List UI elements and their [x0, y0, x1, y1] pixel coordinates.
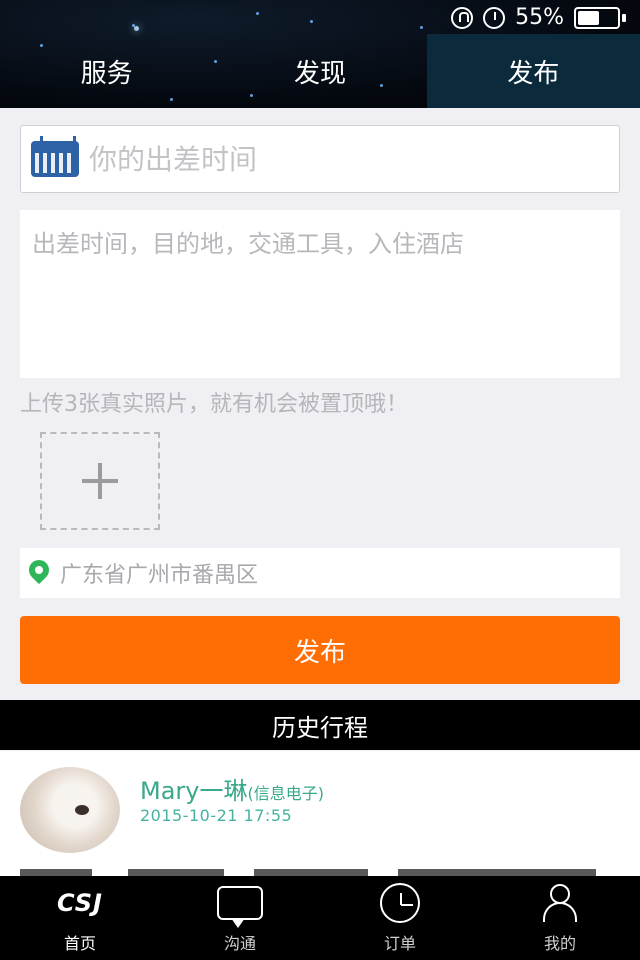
calendar-icon [31, 136, 79, 177]
nav-home[interactable]: CSJ 首页 [0, 876, 160, 960]
nav-chat-label: 沟通 [223, 934, 256, 953]
location-pin-icon [24, 555, 54, 586]
header: 55% 服务 发现 发布 [0, 0, 640, 108]
add-photo-button[interactable] [40, 432, 160, 530]
nav-me[interactable]: 我的 [480, 876, 640, 960]
user-name-text: Mary一琳 [140, 777, 248, 805]
nav-home-label: 首页 [63, 934, 96, 953]
nav-me-label: 我的 [543, 934, 576, 953]
tab-label: 服务 [80, 58, 133, 89]
chat-icon [217, 886, 263, 928]
rotation-lock-icon [451, 6, 474, 29]
avatar[interactable] [20, 767, 120, 853]
location-text: 广东省广州市番禺区 [60, 563, 259, 588]
tab-service[interactable]: 服务 [0, 34, 213, 108]
history-section-title: 历史行程 [0, 700, 640, 750]
location-field[interactable]: 广东省广州市番禺区 [20, 548, 620, 598]
battery-level [578, 10, 599, 25]
nav-chat[interactable]: 沟通 [160, 876, 320, 960]
logo-text: CSJ [57, 889, 103, 917]
battery-icon [574, 6, 626, 29]
logo-icon: CSJ [50, 882, 110, 924]
tab-label: 发布 [507, 58, 560, 89]
clock-icon [380, 883, 420, 923]
status-right: 55% [451, 5, 626, 30]
alarm-icon [483, 6, 506, 29]
tab-label: 发现 [293, 58, 346, 89]
photo-upload-hint: 上传3张真实照片，就有机会被置顶哦！ [20, 392, 408, 417]
nav-orders[interactable]: 订单 [320, 876, 480, 960]
travel-date-field[interactable] [20, 125, 620, 193]
top-tabs: 服务 发现 发布 [0, 34, 640, 108]
nav-orders-label: 订单 [383, 934, 416, 953]
travel-date-input[interactable] [89, 142, 609, 176]
tab-publish[interactable]: 发布 [426, 34, 640, 108]
status-bar: 55% [0, 0, 640, 34]
bottom-navigation: CSJ 首页 沟通 订单 我的 [0, 876, 640, 960]
tab-discover[interactable]: 发现 [213, 34, 426, 108]
publish-button[interactable]: 发布 [20, 616, 620, 684]
history-trip-card[interactable]: Mary一琳(信息电子) 2015-10-21 17:55 [0, 751, 640, 877]
post-time: 2015-10-21 17:55 [140, 806, 293, 825]
user-name: Mary一琳(信息电子) [140, 771, 324, 806]
plus-icon [82, 463, 118, 499]
battery-percent: 55% [515, 5, 564, 30]
user-icon [541, 884, 579, 922]
user-org: (信息电子) [247, 784, 324, 803]
trip-details-textarea[interactable] [20, 210, 620, 378]
